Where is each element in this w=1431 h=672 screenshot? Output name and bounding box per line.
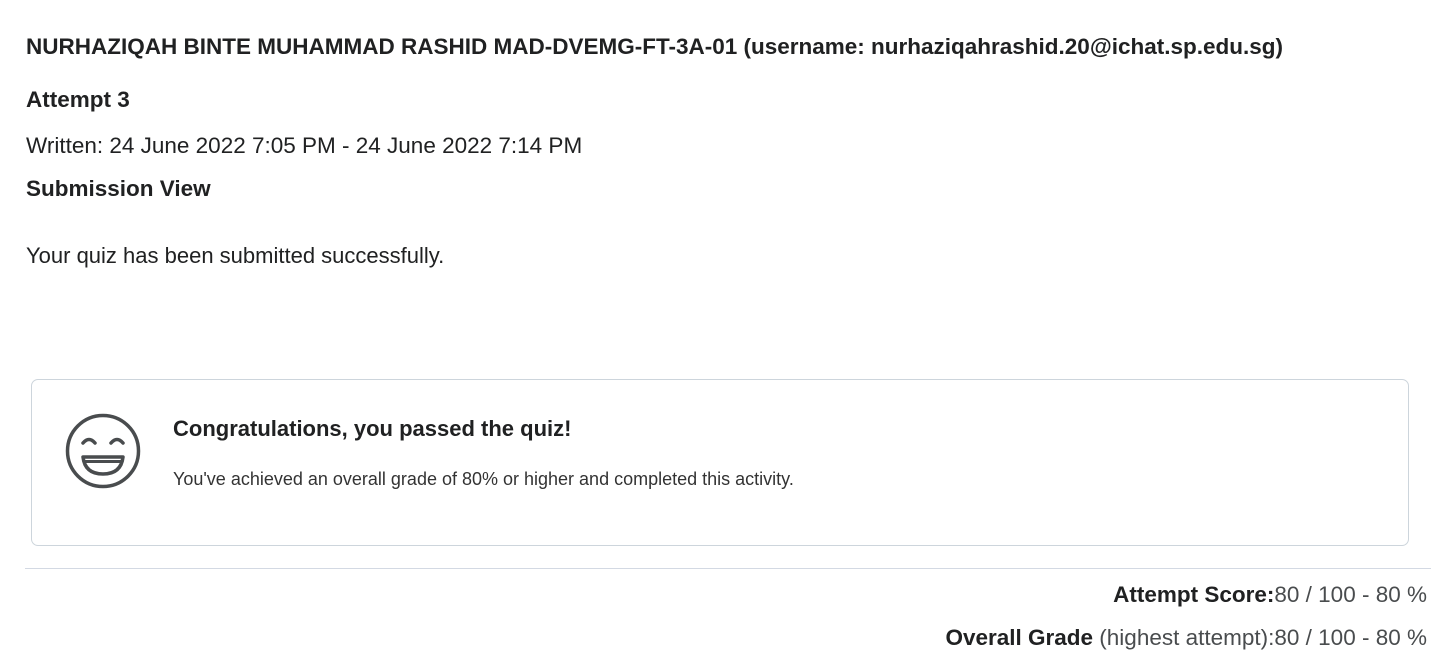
overall-grade-label: Overall Grade <box>945 625 1094 650</box>
smiley-face-icon <box>65 413 141 489</box>
overall-grade-qualifier: (highest attempt): <box>1093 625 1275 650</box>
section-divider <box>25 568 1431 569</box>
overall-grade-value: 80 / 100 - 80 % <box>1274 625 1427 650</box>
attempt-heading: Attempt 3 <box>26 87 130 112</box>
overall-grade-line: Overall Grade (highest attempt):80 / 100… <box>945 625 1427 651</box>
congrats-message: You've achieved an overall grade of 80% … <box>173 469 794 489</box>
user-identity-heading: NURHAZIQAH BINTE MUHAMMAD RASHID MAD-DVE… <box>26 34 1284 59</box>
written-timestamp: Written: 24 June 2022 7:05 PM - 24 June … <box>26 133 583 158</box>
attempt-score-value: 80 / 100 - 80 % <box>1274 582 1427 607</box>
submission-view-heading: Submission View <box>26 176 211 201</box>
submission-success-message: Your quiz has been submitted successfull… <box>26 243 445 268</box>
quiz-passed-card: Congratulations, you passed the quiz! Yo… <box>31 379 1409 546</box>
congrats-title: Congratulations, you passed the quiz! <box>173 416 572 441</box>
attempt-score-line: Attempt Score:80 / 100 - 80 % <box>1113 582 1427 608</box>
attempt-score-label: Attempt Score: <box>1113 582 1275 607</box>
